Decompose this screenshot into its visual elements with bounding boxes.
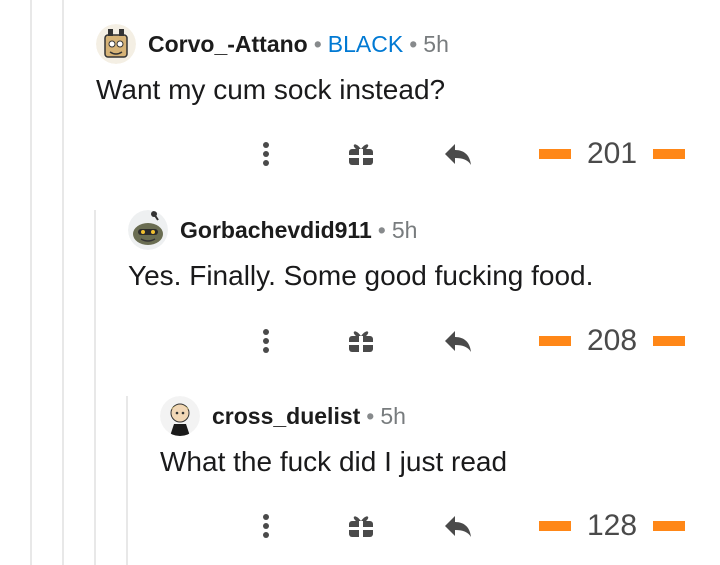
comment-header: Corvo_-Attano • BLACK • 5h bbox=[96, 22, 449, 66]
downvote-icon[interactable] bbox=[653, 521, 686, 531]
vote-score: 208 bbox=[587, 324, 638, 357]
user-avatar[interactable] bbox=[128, 210, 168, 250]
username[interactable]: Corvo_-Attano bbox=[148, 31, 308, 58]
gift-icon bbox=[349, 144, 373, 165]
reply-icon bbox=[445, 516, 471, 537]
separator: • bbox=[313, 30, 322, 57]
reply-button[interactable] bbox=[441, 132, 475, 176]
separator: • bbox=[377, 216, 386, 243]
thread-line[interactable] bbox=[126, 396, 128, 565]
upvote-icon[interactable] bbox=[539, 336, 571, 346]
vote-score: 128 bbox=[587, 509, 638, 542]
reply-icon bbox=[445, 331, 471, 352]
username[interactable]: cross_duelist bbox=[212, 403, 360, 430]
gift-icon bbox=[349, 331, 373, 352]
upvote-icon[interactable] bbox=[539, 149, 571, 159]
snoo-avatar-icon bbox=[160, 396, 200, 436]
gift-icon bbox=[349, 516, 373, 537]
comment: cross_duelist • 5h What the fuck did I j… bbox=[160, 394, 720, 564]
timestamp: 5h bbox=[423, 30, 449, 57]
separator: • bbox=[366, 402, 375, 429]
more-options-button[interactable] bbox=[251, 132, 281, 176]
username[interactable]: Gorbachevdid911 bbox=[180, 217, 372, 244]
gift-award-button[interactable] bbox=[346, 132, 376, 176]
snoo-avatar-icon bbox=[128, 210, 168, 250]
more-options-icon bbox=[263, 329, 269, 353]
reply-icon bbox=[445, 144, 471, 165]
upvote-icon[interactable] bbox=[539, 521, 571, 531]
thread-line[interactable] bbox=[94, 210, 96, 565]
gift-award-button[interactable] bbox=[346, 319, 376, 363]
comment-header: cross_duelist • 5h bbox=[160, 394, 406, 438]
user-avatar[interactable] bbox=[96, 24, 136, 64]
reply-button[interactable] bbox=[441, 504, 475, 548]
comment-actions: 208 bbox=[128, 319, 720, 363]
comment-actions: 201 bbox=[96, 132, 720, 176]
snoo-avatar-icon bbox=[96, 24, 136, 64]
downvote-icon[interactable] bbox=[653, 336, 686, 346]
thread-line[interactable] bbox=[30, 0, 32, 565]
more-options-button[interactable] bbox=[251, 504, 281, 548]
user-flair: BLACK bbox=[327, 30, 404, 57]
comment-text: Want my cum sock instead? bbox=[96, 74, 446, 105]
more-options-icon bbox=[263, 142, 269, 166]
more-options-button[interactable] bbox=[251, 319, 281, 363]
vote-controls: 208 bbox=[539, 319, 686, 363]
reply-button[interactable] bbox=[441, 319, 475, 363]
thread-line[interactable] bbox=[62, 0, 64, 565]
comment-text: What the fuck did I just read bbox=[160, 446, 508, 477]
vote-score: 201 bbox=[587, 137, 638, 170]
separator: • bbox=[409, 30, 418, 57]
comment-header: Gorbachevdid911 • 5h bbox=[128, 208, 417, 252]
downvote-icon[interactable] bbox=[653, 149, 686, 159]
comment-actions: 128 bbox=[160, 504, 720, 548]
comment: Gorbachevdid911 • 5h Yes. Finally. Some … bbox=[128, 208, 720, 378]
vote-controls: 201 bbox=[539, 132, 686, 176]
gift-award-button[interactable] bbox=[346, 504, 376, 548]
comment-text: Yes. Finally. Some good fucking food. bbox=[128, 260, 594, 291]
vote-controls: 128 bbox=[539, 504, 686, 548]
more-options-icon bbox=[263, 514, 269, 538]
timestamp: 5h bbox=[380, 402, 406, 429]
comment: Corvo_-Attano • BLACK • 5h Want my cum s… bbox=[96, 22, 720, 192]
user-avatar[interactable] bbox=[160, 396, 200, 436]
timestamp: 5h bbox=[391, 216, 418, 243]
